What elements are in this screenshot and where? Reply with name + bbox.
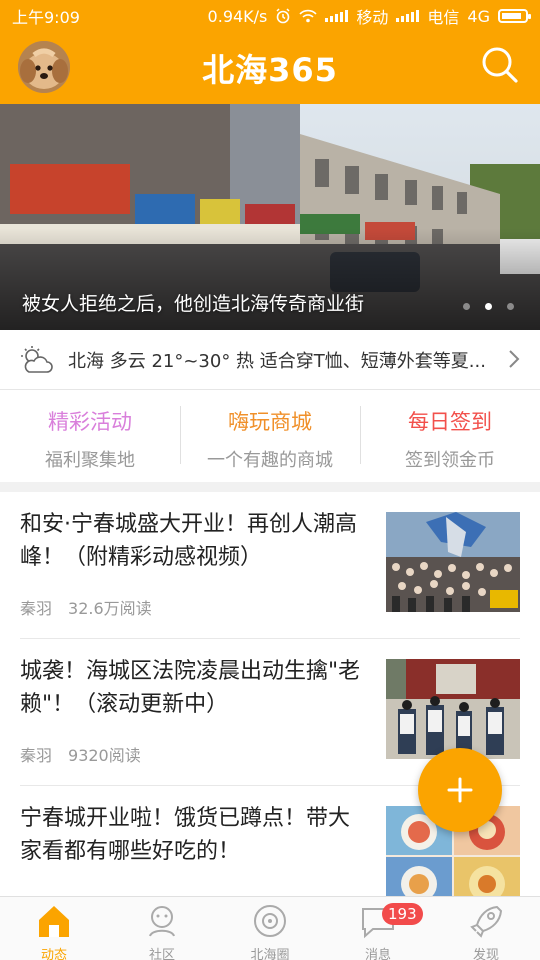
plus-icon — [447, 777, 473, 803]
tab-community[interactable]: 社区 — [108, 897, 216, 960]
feature-subtitle: 签到领金币 — [405, 450, 495, 471]
status-indicators: 0.94K/s 移动 电信 4G — [207, 4, 531, 28]
tab-label: 社区 — [148, 948, 175, 960]
tab-beihai-circle[interactable]: 北海圈 — [216, 897, 324, 960]
news-item[interactable]: 和安·宁春城盛大开业！再创人潮高峰！（附精彩动感视频） 秦羽 32.6万阅读 — [20, 492, 520, 639]
app-header: 北海365 — [0, 32, 540, 104]
news-reads: 9320阅读 — [68, 746, 141, 765]
news-title: 宁春城开业啦！饿货已蹲点！带大家看都有哪些好吃的！ — [20, 806, 351, 864]
add-post-button[interactable] — [418, 748, 502, 832]
news-title: 和安·宁春城盛大开业！再创人潮高峰！（附精彩动感视频） — [20, 512, 357, 570]
tab-discover[interactable]: 发现 — [432, 897, 540, 960]
news-reads: 32.6万阅读 — [68, 599, 152, 618]
cloudy-icon — [21, 345, 53, 373]
carousel-dot[interactable] — [463, 303, 470, 310]
news-meta: 秦羽 9320阅读 — [20, 742, 141, 766]
status-speed: 0.94K/s — [207, 6, 268, 26]
home-icon — [39, 906, 69, 937]
carrier-1: 移动 — [356, 8, 389, 27]
app-title: 北海365 — [202, 51, 338, 89]
carousel-dot-active[interactable] — [485, 303, 492, 310]
banner-carousel[interactable]: 被女人拒绝之后，他创造北海传奇商业街 — [0, 104, 540, 330]
carousel-dots — [463, 303, 514, 310]
news-feed: 和安·宁春城盛大开业！再创人潮高峰！（附精彩动感视频） 秦羽 32.6万阅读 城袭… — [0, 492, 540, 896]
carousel-dot[interactable] — [507, 303, 514, 310]
wifi-icon — [299, 9, 317, 23]
signal-icon — [325, 10, 349, 22]
community-icon — [149, 906, 175, 937]
news-author: 秦羽 — [20, 599, 53, 618]
bottom-tab-bar: 动态 社区 北海圈 消息 193 发现 — [0, 896, 540, 960]
tab-label: 动态 — [40, 948, 67, 960]
top-bar: 上午9:09 0.94K/s 移动 电信 4G 北海365 — [0, 0, 540, 104]
feature-title: 精彩活动 — [48, 410, 132, 434]
circle-icon — [254, 905, 286, 937]
feature-title: 嗨玩商城 — [228, 410, 312, 434]
tab-dynamic[interactable]: 动态 — [0, 897, 108, 960]
news-thumbnail — [386, 512, 520, 612]
search-icon — [482, 47, 518, 83]
chevron-right-icon — [509, 350, 520, 368]
tab-label: 消息 — [364, 948, 391, 960]
news-title: 城袭！海城区法院凌晨出动生擒"老赖"！（滚动更新中） — [20, 659, 361, 717]
tab-messages[interactable]: 消息 193 — [324, 897, 432, 960]
feature-subtitle: 福利聚集地 — [45, 450, 135, 471]
news-author: 秦羽 — [20, 746, 53, 765]
alarm-icon — [276, 8, 290, 24]
tab-label: 北海圈 — [250, 948, 290, 960]
status-bar: 上午9:09 0.94K/s 移动 电信 4G — [0, 0, 540, 32]
banner-caption: 被女人拒绝之后，他创造北海传奇商业街 — [22, 293, 365, 315]
tab-label: 发现 — [472, 948, 499, 960]
feature-checkin[interactable]: 每日签到 签到领金币 — [360, 390, 540, 482]
carrier-2: 电信 — [427, 8, 460, 27]
feature-row: 精彩活动 福利聚集地 嗨玩商城 一个有趣的商城 每日签到 签到领金币 — [0, 390, 540, 482]
status-time: 上午9:09 — [12, 8, 80, 27]
battery-icon — [498, 9, 531, 23]
feature-subtitle: 一个有趣的商城 — [207, 450, 333, 471]
feature-activities[interactable]: 精彩活动 福利聚集地 — [0, 390, 180, 482]
news-meta — [20, 889, 36, 896]
weather-bar[interactable]: 北海 多云 21°~30° 热 适合穿T恤、短薄外套等夏... — [0, 330, 540, 390]
rocket-icon — [470, 905, 503, 938]
feature-title: 每日签到 — [408, 410, 492, 434]
search-button[interactable] — [480, 45, 520, 85]
section-divider — [0, 482, 540, 492]
weather-text: 北海 多云 21°~30° 热 适合穿T恤、短薄外套等夏... — [68, 350, 486, 372]
network-type: 4G — [467, 6, 490, 26]
signal-icon — [396, 10, 420, 22]
news-meta: 秦羽 32.6万阅读 — [20, 595, 152, 619]
unread-badge: 193 — [382, 903, 423, 925]
news-thumbnail — [386, 659, 520, 759]
feature-mall[interactable]: 嗨玩商城 一个有趣的商城 — [180, 390, 360, 482]
